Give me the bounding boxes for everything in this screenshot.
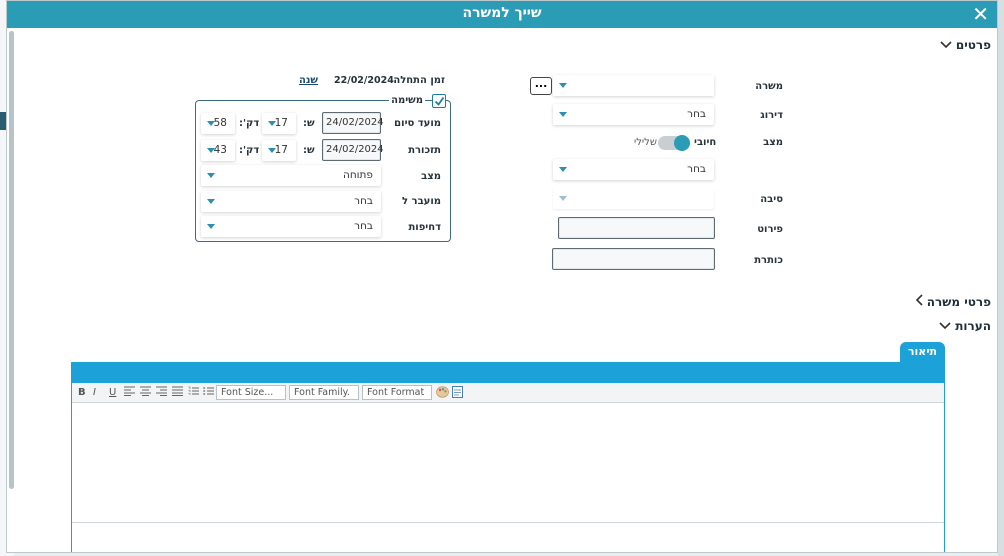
- status-label: מצב: [763, 137, 783, 148]
- reason-label: סיבה: [760, 194, 783, 205]
- due-hour-label: ש:: [303, 118, 315, 129]
- background-app-right: [998, 0, 1004, 556]
- transfer-select[interactable]: בחר: [201, 191, 381, 212]
- chevron-down-icon: [559, 167, 567, 172]
- detail-input[interactable]: [558, 217, 715, 239]
- status-toggle[interactable]: [658, 135, 690, 151]
- reminder-min-label: דק':: [239, 145, 260, 156]
- align-justify-icon[interactable]: [172, 386, 183, 400]
- reason-select[interactable]: [553, 188, 714, 209]
- tab-description[interactable]: תיאור: [900, 342, 945, 364]
- assign-to-job-dialog: שייך למשרה ✕ פרטים משרה ... דירוג בחר מצ…: [6, 0, 998, 553]
- font-family-select[interactable]: Font Family.: [289, 385, 359, 400]
- job-select[interactable]: [553, 75, 714, 96]
- job-label: משרה: [755, 81, 783, 92]
- chevron-down-icon: [940, 38, 952, 52]
- section-details-header[interactable]: פרטים: [934, 38, 991, 52]
- html-source-icon[interactable]: [452, 386, 463, 400]
- section-notes-header[interactable]: הערות: [933, 319, 991, 333]
- task-checkbox[interactable]: [432, 94, 446, 108]
- editor-header-bar: [72, 363, 944, 383]
- detail-label: פירוט: [757, 224, 783, 235]
- reminder-hour-select[interactable]: 17: [262, 140, 296, 161]
- transfer-label: מועבר ל: [402, 196, 441, 207]
- priority-label: דחיפות: [408, 222, 441, 233]
- chevron-down-icon: [207, 173, 215, 178]
- heading-input[interactable]: [552, 248, 715, 270]
- state-select[interactable]: פתוחה: [201, 165, 381, 186]
- toggle-positive-label: חיובי: [694, 137, 717, 148]
- rating-select[interactable]: בחר: [553, 104, 714, 125]
- start-time-value: 22/02/2024: [334, 75, 394, 86]
- chevron-down-icon: [939, 319, 951, 333]
- align-center-icon[interactable]: [140, 386, 151, 400]
- due-min-label: דק':: [239, 118, 260, 129]
- due-hour-select[interactable]: 17: [262, 113, 296, 134]
- bullet-list-icon[interactable]: [203, 386, 214, 400]
- job-lookup-button[interactable]: ...: [530, 77, 552, 95]
- start-time-label: זמן התחלה: [393, 75, 445, 86]
- task-label: משימה: [389, 95, 425, 106]
- chevron-down-icon: [207, 199, 215, 204]
- close-icon[interactable]: ✕: [972, 4, 989, 24]
- rating-label: דירוג: [760, 110, 783, 121]
- dialog-title-bar: שייך למשרה ✕: [7, 1, 997, 28]
- numbered-list-icon[interactable]: [188, 386, 199, 400]
- checkmark-icon: [434, 96, 445, 106]
- font-size-select[interactable]: Font Size...: [216, 385, 286, 400]
- chevron-down-icon: [207, 224, 215, 229]
- state-label: מצב: [421, 171, 441, 182]
- due-min-select[interactable]: 58: [201, 113, 235, 134]
- section-job-details-label: פרטי משרה: [926, 295, 991, 309]
- align-left-icon[interactable]: [124, 386, 135, 400]
- section-job-details-header[interactable]: פרטי משרה: [909, 294, 991, 309]
- rich-text-editor: B I U Font Size... Font Family. Font For…: [71, 362, 945, 552]
- due-date-input[interactable]: 24/02/2024: [322, 112, 384, 134]
- align-right-icon[interactable]: [156, 386, 167, 400]
- reminder-hour-label: ש:: [303, 145, 315, 156]
- underline-button[interactable]: U: [109, 386, 116, 400]
- status-select[interactable]: בחר: [553, 159, 714, 180]
- editor-toolbar: B I U Font Size... Font Family. Font For…: [72, 383, 944, 403]
- chevron-down-icon: [559, 196, 567, 201]
- editor-text-area[interactable]: [72, 403, 944, 523]
- priority-select[interactable]: בחר: [201, 216, 381, 237]
- reminder-min-select[interactable]: 43: [201, 140, 235, 161]
- chevron-down-icon: [559, 83, 567, 88]
- toggle-negative-label: שלילי: [634, 137, 657, 148]
- heading-label: כותרת: [754, 255, 783, 266]
- toggle-knob: [674, 135, 690, 151]
- reminder-date-input[interactable]: 24/02/2024: [322, 139, 384, 161]
- chevron-down-icon: [559, 112, 567, 117]
- dialog-title: שייך למשרה: [462, 5, 542, 21]
- color-palette-icon[interactable]: [436, 386, 449, 400]
- year-link[interactable]: שנה: [299, 75, 318, 86]
- section-notes-label: הערות: [955, 319, 991, 333]
- reminder-label: תזכורת: [408, 145, 441, 156]
- font-format-select[interactable]: Font Format: [362, 385, 432, 400]
- due-label: מועד סיום: [394, 118, 441, 129]
- italic-button[interactable]: I: [93, 386, 96, 400]
- bold-button[interactable]: B: [78, 386, 86, 400]
- chevron-left-icon: [915, 294, 923, 309]
- section-details-label: פרטים: [955, 38, 991, 52]
- scrollbar[interactable]: [9, 31, 14, 489]
